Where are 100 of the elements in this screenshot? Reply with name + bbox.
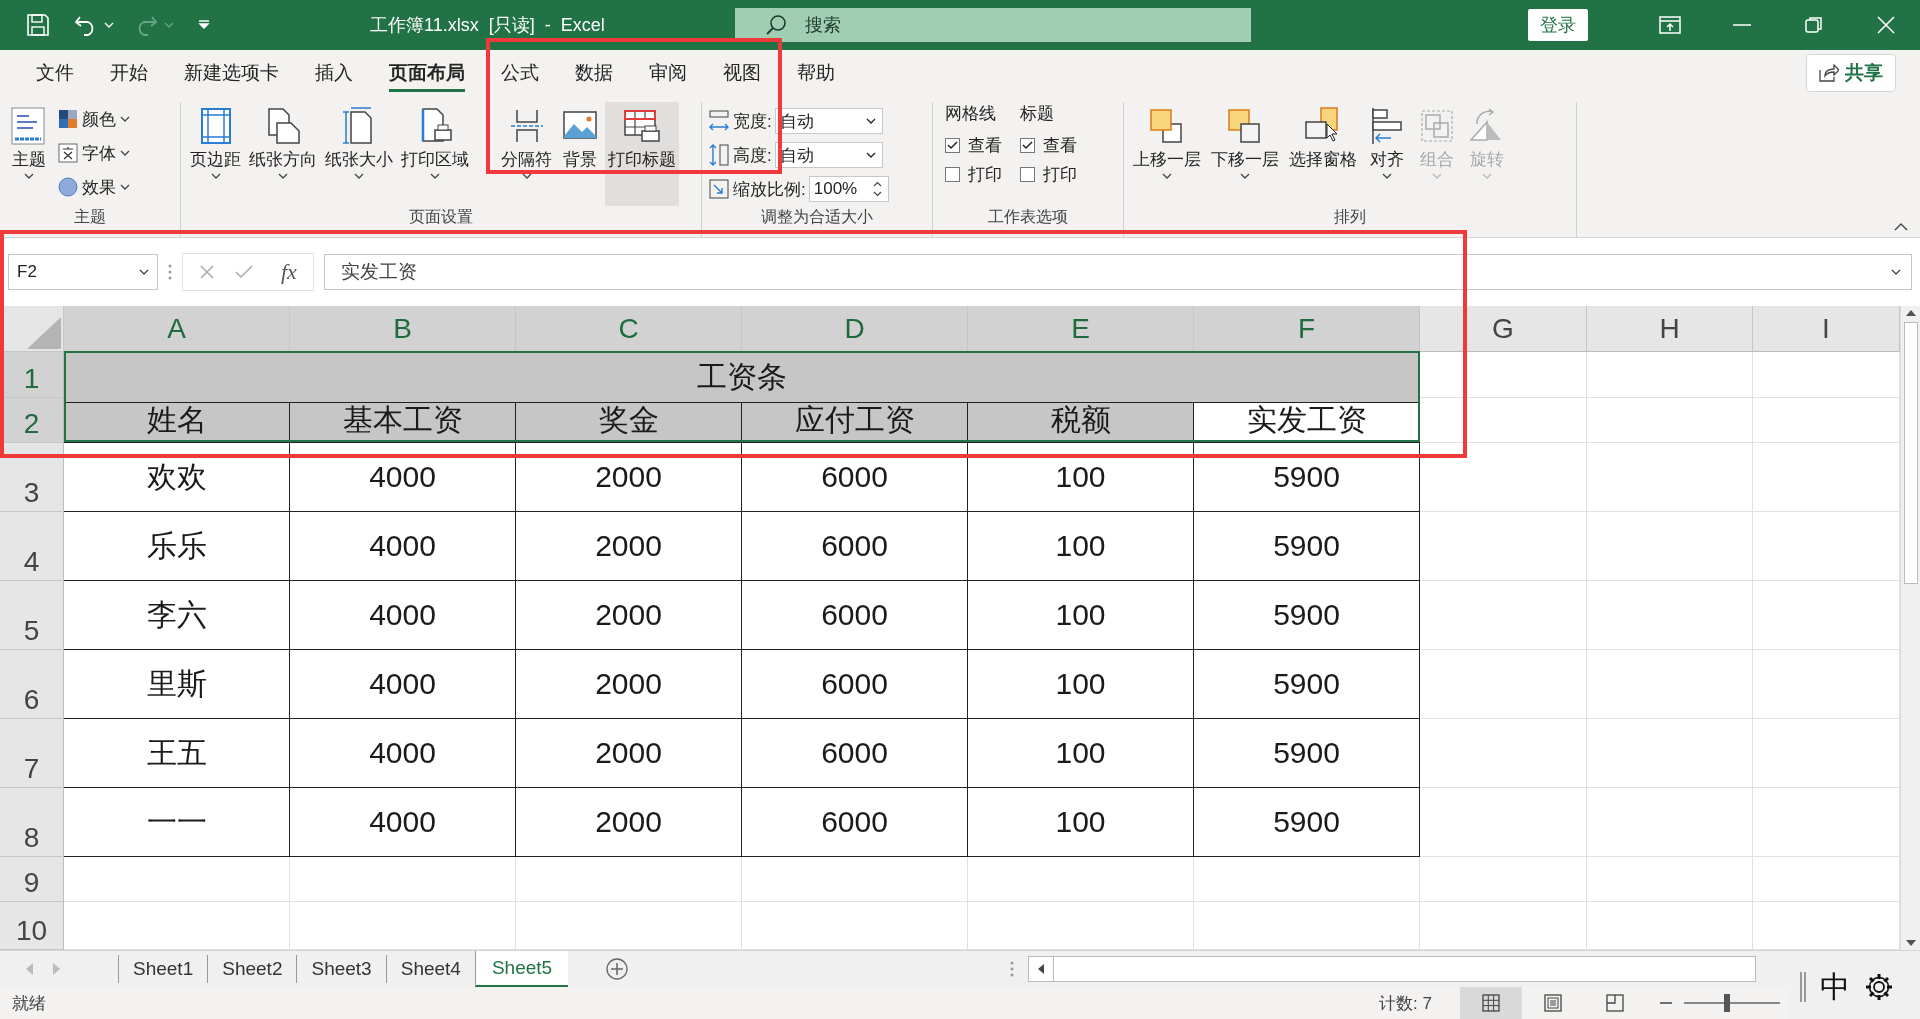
ribbon-button[interactable]: 分隔符 bbox=[498, 102, 555, 206]
scrollbar-thumb[interactable] bbox=[1903, 322, 1918, 584]
ribbon-tab[interactable]: 文件 bbox=[20, 54, 90, 92]
ribbon-button[interactable]: 上移一层 bbox=[1130, 102, 1204, 206]
dropdown-field[interactable]: 自动 bbox=[774, 108, 883, 134]
check-icon bbox=[1022, 141, 1033, 150]
formula-input[interactable]: 实发工资 bbox=[323, 254, 1912, 290]
row-header[interactable]: 8 bbox=[0, 788, 64, 857]
ribbon-tab[interactable]: 插入 bbox=[299, 54, 369, 92]
checkbox[interactable]: 查看 bbox=[1020, 134, 1077, 157]
theme-option[interactable]: 效果 bbox=[54, 172, 134, 202]
row-header[interactable]: 4 bbox=[0, 512, 64, 581]
ribbon-tab[interactable]: 新建选项卡 bbox=[168, 54, 295, 92]
row-header[interactable]: 7 bbox=[0, 719, 64, 788]
theme-option[interactable]: 字体 bbox=[54, 138, 134, 168]
sheet-tab[interactable]: Sheet4 bbox=[385, 955, 475, 983]
ribbon-tab[interactable]: 数据 bbox=[559, 54, 629, 92]
checkbox[interactable]: 打印 bbox=[945, 163, 1002, 186]
scroll-down-icon[interactable] bbox=[1905, 940, 1916, 946]
checkbox[interactable]: 查看 bbox=[945, 134, 1002, 157]
search-field[interactable]: 搜索 bbox=[735, 8, 1251, 42]
ribbon-tab[interactable]: 公式 bbox=[485, 54, 555, 92]
ribbon-tab[interactable]: 开始 bbox=[94, 54, 164, 92]
table-cell: 2000 bbox=[516, 443, 742, 512]
column-header[interactable]: H bbox=[1587, 306, 1753, 352]
input-mode-button[interactable]: 中 bbox=[1820, 966, 1850, 1008]
row-header[interactable]: 6 bbox=[0, 650, 64, 719]
scroll-up-icon[interactable] bbox=[1905, 310, 1916, 316]
ribbon-button[interactable]: 背景 bbox=[557, 102, 603, 206]
status-text: 就绪 bbox=[12, 992, 46, 1015]
rotate-icon bbox=[1469, 108, 1501, 141]
sheet-tab[interactable]: Sheet2 bbox=[207, 955, 297, 983]
column-header[interactable]: G bbox=[1420, 306, 1587, 352]
column-header[interactable]: E bbox=[968, 306, 1194, 352]
save-icon[interactable] bbox=[26, 13, 50, 37]
field-label: 高度: bbox=[733, 144, 772, 167]
column-header[interactable]: D bbox=[742, 306, 968, 352]
table-cell: 6000 bbox=[742, 650, 968, 719]
ribbon-display-icon[interactable] bbox=[1659, 16, 1681, 34]
sheet-tab[interactable]: Sheet3 bbox=[296, 955, 386, 983]
row-header[interactable]: 3 bbox=[0, 443, 64, 512]
ribbon-button[interactable]: 选择窗格 bbox=[1286, 102, 1360, 206]
sheet-tab[interactable]: Sheet5 bbox=[474, 951, 569, 987]
row-header[interactable]: 5 bbox=[0, 581, 64, 650]
ribbon-tab[interactable]: 帮助 bbox=[781, 54, 851, 92]
column-header[interactable]: F bbox=[1194, 306, 1420, 352]
ribbon-tab[interactable]: 视图 bbox=[707, 54, 777, 92]
insert-function-button[interactable]: fx bbox=[273, 259, 305, 285]
theme-button[interactable]: 主题 bbox=[6, 102, 52, 206]
ribbon-button[interactable]: 打印标题 bbox=[605, 102, 679, 206]
scroll-left-icon[interactable] bbox=[1038, 964, 1044, 974]
column-header[interactable]: C bbox=[516, 306, 742, 352]
row-header[interactable]: 9 bbox=[0, 857, 64, 902]
customize-toolbar-icon[interactable] bbox=[198, 20, 210, 30]
table-cell: 100 bbox=[968, 512, 1194, 581]
ribbon-tab[interactable]: 审阅 bbox=[633, 54, 703, 92]
ribbon-tab[interactable]: 页面布局 bbox=[373, 54, 481, 92]
dropdown-field[interactable]: 自动 bbox=[774, 142, 883, 168]
view-button[interactable] bbox=[1460, 987, 1522, 1019]
column-header[interactable]: B bbox=[290, 306, 516, 352]
group-label: 排列 bbox=[1334, 208, 1366, 225]
caret-icon bbox=[24, 173, 34, 179]
table-cell: 6000 bbox=[742, 512, 968, 581]
group-icon bbox=[1421, 110, 1453, 142]
table-cell: 100 bbox=[968, 788, 1194, 857]
vertical-scrollbar[interactable] bbox=[1900, 306, 1920, 950]
restore-icon[interactable] bbox=[1805, 16, 1823, 34]
table-cell: 2000 bbox=[516, 719, 742, 788]
caret-icon bbox=[164, 22, 174, 28]
collapse-ribbon-icon[interactable] bbox=[1894, 223, 1908, 231]
ribbon-button[interactable]: 下移一层 bbox=[1208, 102, 1282, 206]
row-header[interactable]: 10 bbox=[0, 902, 64, 950]
close-icon[interactable] bbox=[1877, 16, 1895, 34]
expand-caret-icon bbox=[1891, 269, 1901, 275]
ribbon-button[interactable]: 对齐 bbox=[1364, 102, 1410, 206]
sheet-tab[interactable]: Sheet1 bbox=[118, 955, 208, 983]
column-header[interactable]: I bbox=[1753, 306, 1900, 352]
add-sheet-icon[interactable] bbox=[606, 958, 629, 980]
theme-option[interactable]: 颜色 bbox=[54, 104, 134, 134]
login-button[interactable]: 登录 bbox=[1528, 9, 1588, 41]
share-button[interactable]: 共享 bbox=[1806, 54, 1896, 92]
ribbon-button[interactable]: 纸张方向 bbox=[246, 102, 320, 206]
ribbon-button[interactable]: 打印区域 bbox=[398, 102, 472, 206]
ribbon-button[interactable]: 纸张大小 bbox=[322, 102, 396, 206]
spinner-field[interactable]: 100% bbox=[808, 176, 889, 202]
checkbox[interactable]: 打印 bbox=[1020, 163, 1077, 186]
dropdown-caret-icon bbox=[865, 152, 876, 158]
slider-thumb[interactable] bbox=[1724, 994, 1731, 1012]
column-header[interactable]: A bbox=[64, 306, 290, 352]
table-cell: 里斯 bbox=[64, 650, 290, 719]
horizontal-scrollbar[interactable] bbox=[1028, 956, 1756, 982]
group-label: 页面设置 bbox=[409, 208, 473, 225]
drag-handle-icon bbox=[168, 264, 172, 280]
ribbon-button[interactable]: 页边距 bbox=[187, 102, 244, 206]
spin-arrows-icon bbox=[872, 181, 882, 197]
settings-icon[interactable] bbox=[1864, 972, 1894, 1002]
table-cell: 100 bbox=[968, 581, 1194, 650]
name-box[interactable]: F2 bbox=[8, 254, 158, 290]
table-cell: 2000 bbox=[516, 581, 742, 650]
page-break-view-icon bbox=[1606, 994, 1624, 1012]
